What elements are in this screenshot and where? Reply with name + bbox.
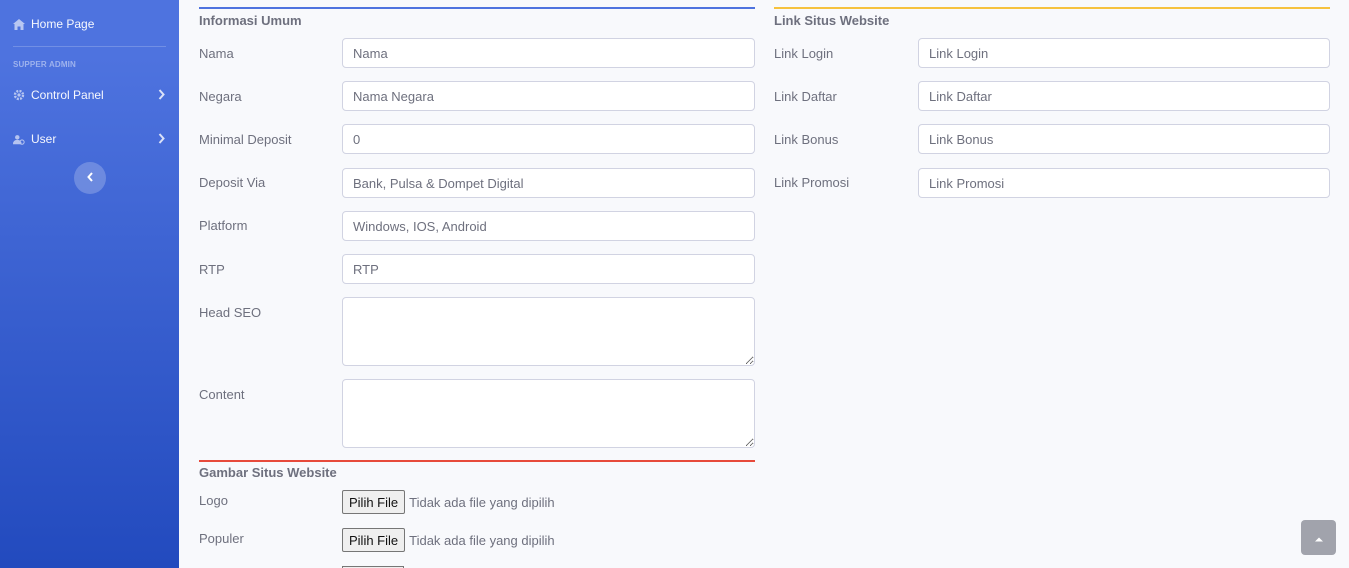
users-icon <box>13 133 25 145</box>
link-title: Link Situs Website <box>774 13 890 28</box>
chevron-right-icon <box>158 133 165 147</box>
informasi-rule <box>199 7 755 9</box>
sidebar-item-label: Control Panel <box>31 88 104 102</box>
nama-input[interactable] <box>342 38 755 68</box>
choose-file-button[interactable]: Pilih File <box>342 528 406 552</box>
file-status: Tidak ada file yang dipilih <box>409 532 555 548</box>
link-login-input[interactable] <box>918 38 1330 68</box>
content-textarea[interactable] <box>342 379 755 448</box>
field-label-link-login: Link Login <box>774 46 834 61</box>
sidebar: Home Page SUPPER ADMIN Control Panel Use… <box>0 0 179 568</box>
gear-icon <box>13 89 25 101</box>
choose-file-button[interactable]: Pilih File <box>342 490 406 514</box>
field-label-link-bonus: Link Bonus <box>774 132 839 147</box>
negara-input[interactable] <box>342 81 755 111</box>
chevron-left-icon <box>86 169 94 187</box>
sidebar-toggle-button[interactable] <box>74 162 106 194</box>
deposit-via-input[interactable] <box>342 168 755 198</box>
file-status: Tidak ada file yang dipilih <box>409 494 555 510</box>
sidebar-divider <box>13 46 166 47</box>
rtp-input[interactable] <box>342 254 755 284</box>
field-label-content: Content <box>199 387 245 402</box>
field-label-link-promosi: Link Promosi <box>774 175 850 190</box>
sidebar-item-control-panel[interactable]: Control Panel <box>0 84 179 106</box>
field-label-link-daftar: Link Daftar <box>774 89 837 104</box>
gambar-title: Gambar Situs Website <box>199 465 337 480</box>
field-label-nama: Nama <box>199 46 234 61</box>
home-icon <box>13 18 25 30</box>
field-label-platform: Platform <box>199 218 248 233</box>
head-seo-textarea[interactable] <box>342 297 755 366</box>
link-daftar-input[interactable] <box>918 81 1330 111</box>
sidebar-item-label: User <box>31 132 57 146</box>
sidebar-item-home[interactable]: Home Page <box>0 13 179 35</box>
populer-file-input[interactable]: Pilih File Tidak ada file yang dipilih <box>342 528 555 552</box>
field-label-logo: Logo <box>199 493 228 508</box>
minimal-deposit-input[interactable] <box>342 124 755 154</box>
logo-file-input[interactable]: Pilih File Tidak ada file yang dipilih <box>342 490 555 514</box>
link-rule <box>774 7 1330 9</box>
field-label-minimal-deposit: Minimal Deposit <box>199 132 292 147</box>
field-label-deposit-via: Deposit Via <box>199 175 266 190</box>
caret-up-icon <box>1314 529 1324 547</box>
platform-input[interactable] <box>342 211 755 241</box>
field-label-head-seo: Head SEO <box>199 305 262 320</box>
sidebar-heading: SUPPER ADMIN <box>13 60 76 69</box>
field-label-populer: Populer <box>199 531 244 546</box>
field-label-negara: Negara <box>199 89 242 104</box>
link-promosi-input[interactable] <box>918 168 1330 198</box>
informasi-title: Informasi Umum <box>199 13 302 28</box>
link-bonus-input[interactable] <box>918 124 1330 154</box>
scroll-to-top-button[interactable] <box>1301 520 1336 555</box>
sidebar-item-label: Home Page <box>31 17 95 31</box>
field-label-rtp: RTP <box>199 262 225 277</box>
gambar-rule <box>199 460 755 462</box>
sidebar-item-user[interactable]: User <box>0 128 179 150</box>
chevron-right-icon <box>158 89 165 103</box>
